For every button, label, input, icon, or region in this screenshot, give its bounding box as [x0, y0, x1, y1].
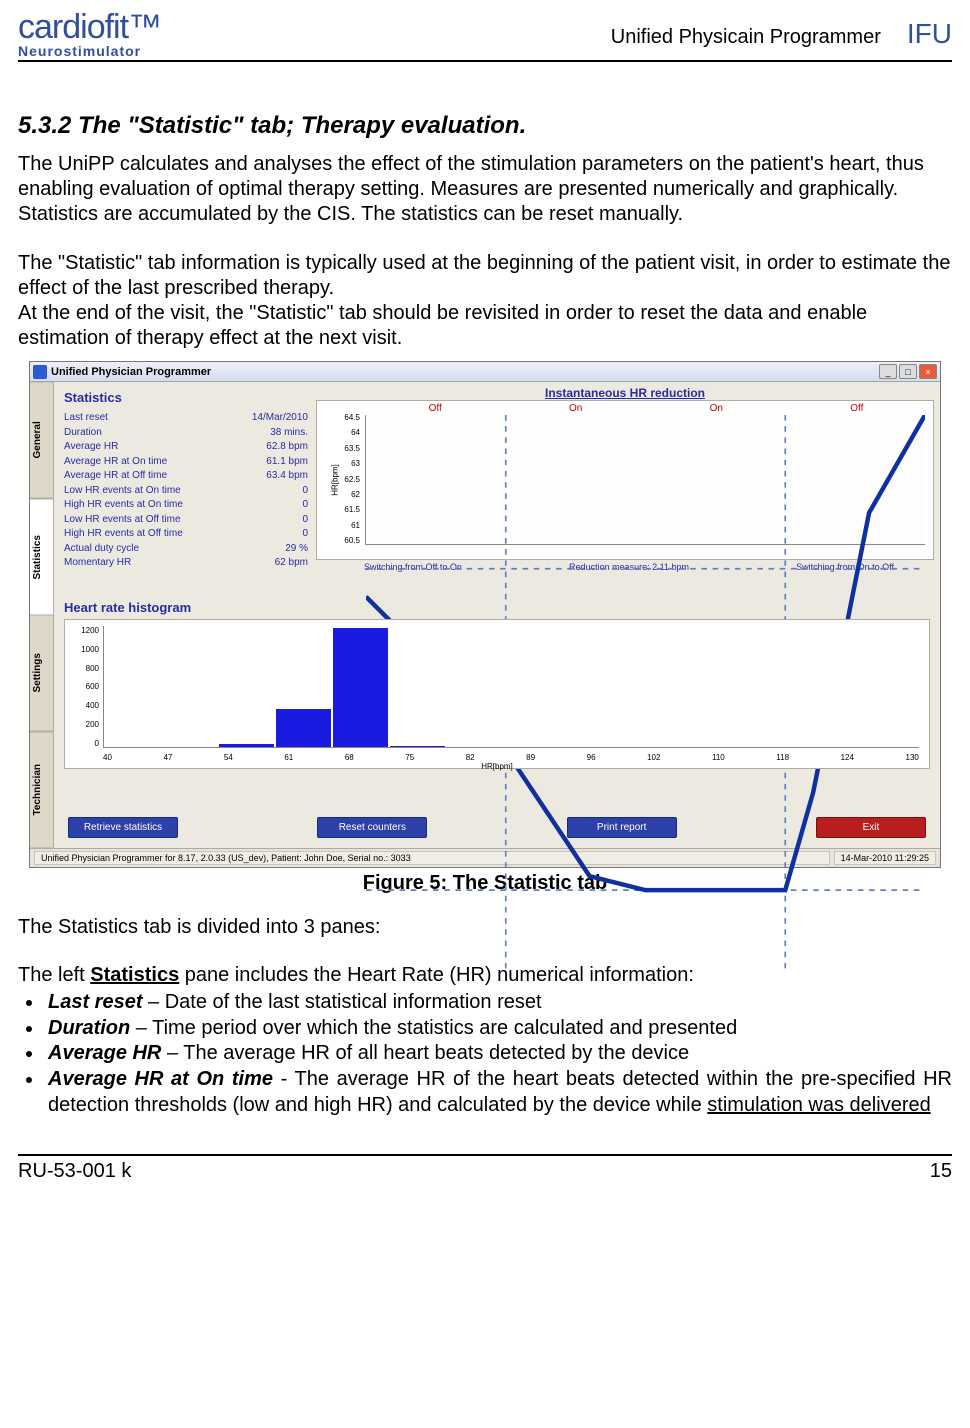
stat-row: Average HR at Off time63.4 bpm [64, 469, 308, 484]
stats-title: Statistics [64, 390, 308, 405]
stat-row: Actual duty cycle29 % [64, 542, 308, 557]
footer-doc-id: RU-53-001 k [18, 1160, 131, 1183]
logo-sub: Neurostimulator [18, 44, 161, 58]
logo: cardiofit™ Neurostimulator [18, 10, 161, 58]
paragraph-1: The UniPP calculates and analyses the ef… [18, 152, 952, 227]
retrieve-statistics-button[interactable]: Retrieve statistics [68, 817, 178, 838]
line-chart: OffOnOnOff HR[bpm] 64.56463.56362.56261.… [316, 400, 934, 560]
line-chart-title: Instantaneous HR reduction [316, 386, 934, 400]
close-button[interactable]: × [919, 364, 937, 379]
tab-technician[interactable]: Technician [30, 732, 53, 849]
stat-row: Duration38 mins. [64, 426, 308, 441]
screenshot-figure: Unified Physician Programmer _ □ × Gener… [29, 361, 941, 868]
bullet-item: Average HR at On time - The average HR o… [44, 1067, 952, 1118]
line-chart-panel: Instantaneous HR reduction OffOnOnOff HR… [314, 382, 940, 592]
vertical-tabs: GeneralStatisticsSettingsTechnician [30, 382, 54, 848]
stat-row: Last reset14/Mar/2010 [64, 411, 308, 426]
bullet-item: Average HR – The average HR of all heart… [44, 1041, 952, 1067]
paragraph-2: The "Statistic" tab information is typic… [18, 251, 952, 351]
page-footer: RU-53-001 k 15 [18, 1154, 952, 1183]
bullet-item: Duration – Time period over which the st… [44, 1016, 952, 1042]
logo-main: cardiofit [18, 8, 128, 46]
stat-row: Low HR events at On time0 [64, 484, 308, 499]
histogram-bar [390, 746, 445, 747]
section-heading: 5.3.2 The "Statistic" tab; Therapy evalu… [18, 112, 952, 140]
logo-tm: ™ [128, 8, 161, 46]
footer-page-number: 15 [930, 1160, 952, 1183]
histogram-x-label: HR[bpm] [481, 762, 513, 771]
statistics-panel: Statistics Last reset14/Mar/2010Duration… [54, 382, 314, 592]
bullet-item: Last reset – Date of the last statistica… [44, 990, 952, 1016]
stat-row: Momentary HR62 bpm [64, 556, 308, 571]
stat-row: Low HR events at Off time0 [64, 513, 308, 528]
histogram-chart: 120010008006004002000 404754616875828996… [64, 619, 930, 769]
page-header: cardiofit™ Neurostimulator Unified Physi… [18, 10, 952, 62]
histogram-bar [219, 744, 274, 747]
histogram-bar [276, 709, 331, 747]
tab-settings[interactable]: Settings [30, 615, 53, 732]
stat-row: High HR events at Off time0 [64, 527, 308, 542]
ifu-label: IFU [907, 18, 952, 50]
tab-statistics[interactable]: Statistics [30, 499, 53, 616]
titlebar: Unified Physician Programmer _ □ × [30, 362, 940, 382]
stat-row: Average HR at On time61.1 bpm [64, 455, 308, 470]
tab-general[interactable]: General [30, 382, 53, 499]
app-window: Unified Physician Programmer _ □ × Gener… [29, 361, 941, 868]
minimize-button[interactable]: _ [879, 364, 897, 379]
histogram-bar [333, 628, 388, 747]
stat-row: Average HR62.8 bpm [64, 440, 308, 455]
app-icon [33, 365, 47, 379]
doc-title: Unified Physicain Programmer [611, 26, 881, 49]
bullets-list: Last reset – Date of the last statistica… [18, 990, 952, 1118]
stat-row: High HR events at On time0 [64, 498, 308, 513]
window-title: Unified Physician Programmer [51, 366, 211, 378]
maximize-button[interactable]: □ [899, 364, 917, 379]
